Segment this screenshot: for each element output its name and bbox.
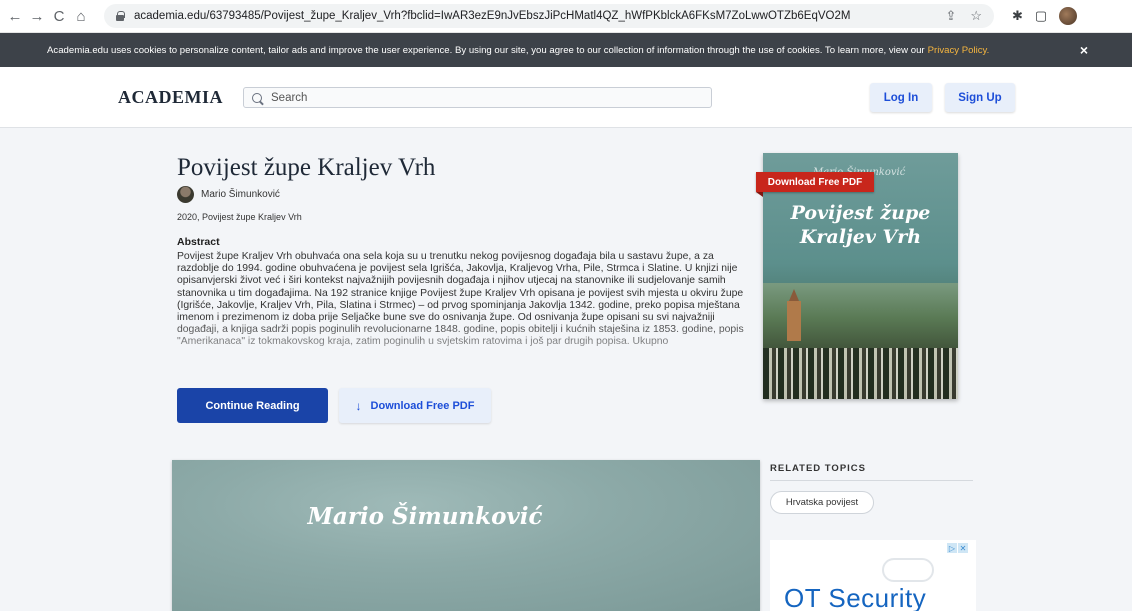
continue-reading-button[interactable]: Continue Reading xyxy=(177,388,328,423)
download-arrow-icon: ↓ xyxy=(355,398,362,413)
bookmark-star-icon[interactable]: ☆ xyxy=(970,8,982,24)
divider xyxy=(770,480,973,481)
cookie-text: Academia.edu uses cookies to personalize… xyxy=(47,44,925,56)
extensions-icon[interactable]: ✱ xyxy=(1012,8,1023,24)
download-pdf-button[interactable]: ↓ Download Free PDF xyxy=(339,388,491,423)
abstract-heading: Abstract xyxy=(177,236,220,248)
download-free-pdf-badge[interactable]: Download Free PDF xyxy=(756,172,874,192)
paper-meta: 2020, Povijest župe Kraljev Vrh xyxy=(177,212,302,222)
site-header: ACADEMIA Search Log In Sign Up xyxy=(0,67,1132,128)
document-preview[interactable]: Mario Šimunković xyxy=(172,460,760,611)
preview-author: Mario Šimunković xyxy=(307,503,543,530)
search-input[interactable]: Search xyxy=(243,87,712,108)
author-line[interactable]: Mario Šimunković xyxy=(177,186,280,203)
browser-toolbar: ← → C ⌂ academia.edu/63793485/Povijest_ž… xyxy=(0,0,1132,33)
topic-chip[interactable]: Hrvatska povijest xyxy=(770,491,874,514)
church-tower-image xyxy=(787,289,801,341)
forward-icon[interactable]: → xyxy=(28,7,46,25)
cookie-banner: Academia.edu uses cookies to personalize… xyxy=(0,33,1132,67)
related-topics-heading: RELATED TOPICS xyxy=(770,463,866,474)
paper-title: Povijest župe Kraljev Vrh xyxy=(177,154,436,181)
back-icon[interactable]: ← xyxy=(6,7,24,25)
signup-button[interactable]: Sign Up xyxy=(945,83,1015,112)
ad-logo-icon xyxy=(882,558,934,582)
reload-icon[interactable]: C xyxy=(50,7,68,25)
privacy-policy-link[interactable]: Privacy Policy. xyxy=(928,45,990,56)
abstract-fade xyxy=(177,318,747,374)
author-avatar[interactable] xyxy=(177,186,194,203)
academia-logo[interactable]: ACADEMIA xyxy=(118,87,223,108)
search-icon xyxy=(252,92,262,103)
search-placeholder: Search xyxy=(271,91,308,104)
url-text[interactable]: academia.edu/63793485/Povijest_župe_Kral… xyxy=(134,10,850,22)
download-pdf-label: Download Free PDF xyxy=(370,399,475,412)
address-bar[interactable]: academia.edu/63793485/Povijest_župe_Kral… xyxy=(104,4,994,28)
author-name[interactable]: Mario Šimunković xyxy=(201,189,280,200)
advertisement[interactable]: ▷ ✕ OT Security xyxy=(770,540,976,611)
side-panel-icon[interactable]: ▢ xyxy=(1035,8,1047,24)
cover-title: Povijest župe Kraljev Vrh xyxy=(790,202,931,248)
ad-close-icon[interactable]: ✕ xyxy=(958,543,968,553)
share-icon[interactable]: ⇪ xyxy=(945,8,956,24)
close-icon[interactable]: × xyxy=(1080,42,1088,58)
ad-headline[interactable]: OT Security xyxy=(784,583,926,611)
profile-avatar-icon[interactable] xyxy=(1059,7,1078,25)
lock-icon xyxy=(114,10,126,22)
login-button[interactable]: Log In xyxy=(870,83,932,112)
badge-fold xyxy=(756,192,763,197)
adchoices-icon[interactable]: ▷ xyxy=(947,543,957,553)
home-icon[interactable]: ⌂ xyxy=(72,7,90,25)
crowd-image xyxy=(763,348,958,399)
